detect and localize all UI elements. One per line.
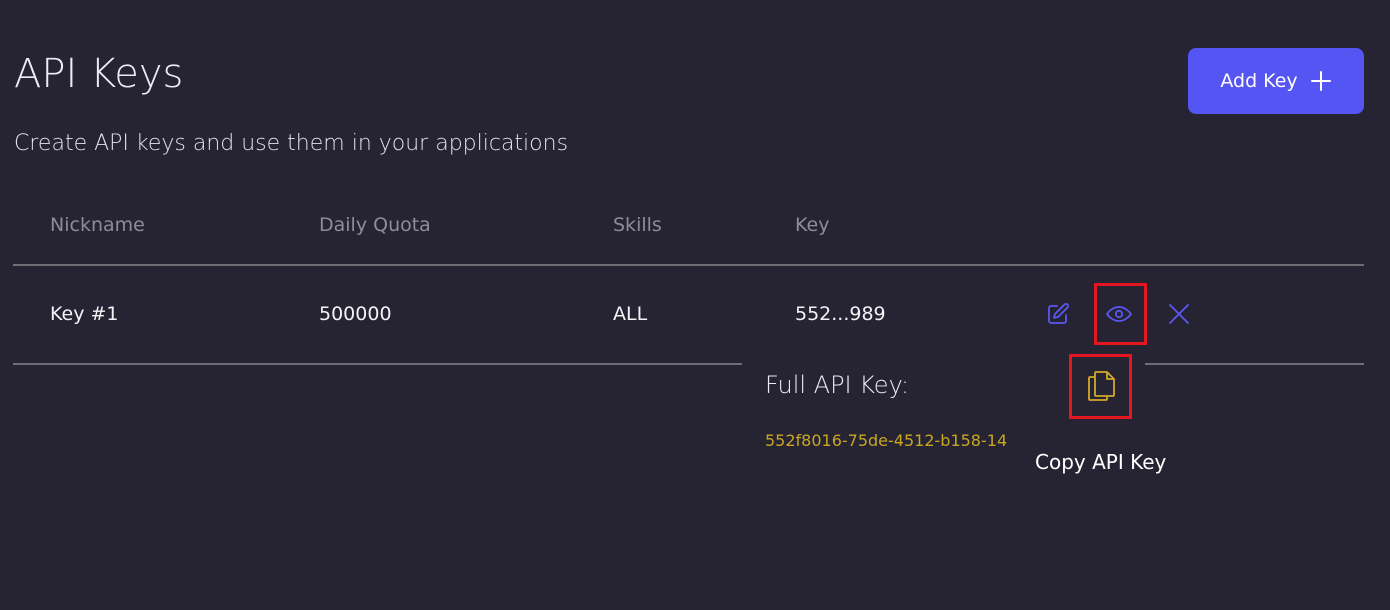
row-divider-left: [13, 363, 742, 365]
copy-api-key-tooltip: Copy API Key: [1035, 450, 1167, 474]
header-divider: [13, 264, 1364, 266]
cell-daily-quota: 500000: [319, 303, 392, 325]
edit-icon[interactable]: [1045, 301, 1071, 327]
add-key-button[interactable]: Add Key: [1188, 48, 1364, 114]
row-divider-right: [1145, 363, 1364, 365]
add-key-label: Add Key: [1220, 70, 1298, 92]
copy-icon-highlight: [1069, 354, 1132, 419]
full-api-key-label: Full API Key:: [765, 371, 910, 399]
column-header-key: Key: [795, 214, 830, 236]
page-title: API Keys: [14, 51, 184, 97]
plus-icon: [1310, 70, 1332, 92]
api-keys-page: API Keys Create API keys and use them in…: [0, 0, 1390, 610]
cell-nickname: Key #1: [50, 303, 119, 325]
cell-key-masked: 552...989: [795, 303, 886, 325]
cell-skills: ALL: [613, 303, 648, 325]
page-subtitle: Create API keys and use them in your app…: [14, 131, 569, 156]
column-header-nickname: Nickname: [50, 214, 145, 236]
eye-icon-highlight: [1094, 283, 1147, 345]
column-header-skills: Skills: [613, 214, 662, 236]
column-header-daily-quota: Daily Quota: [319, 214, 431, 236]
full-api-key-value: 552f8016-75de-4512-b158-14: [765, 431, 1008, 450]
close-icon[interactable]: [1166, 301, 1192, 327]
